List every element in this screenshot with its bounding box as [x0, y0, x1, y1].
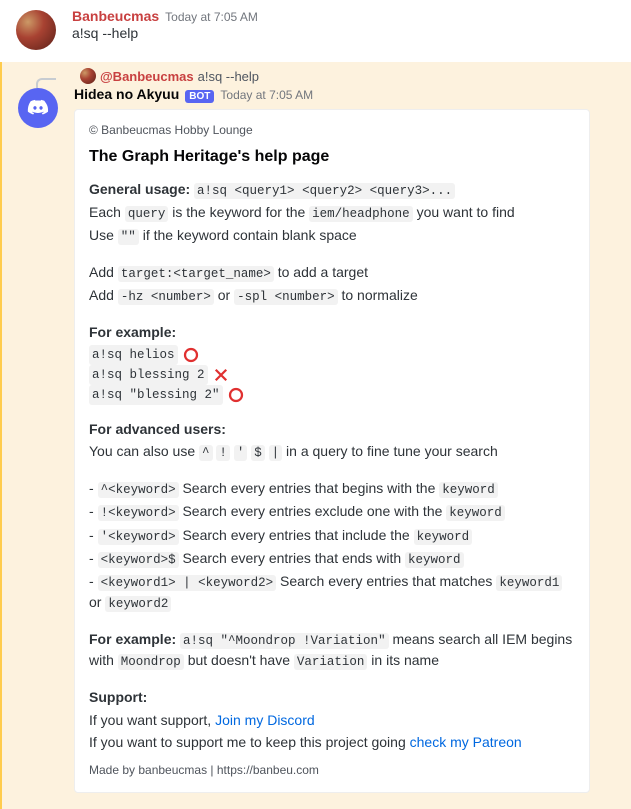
reply-mention[interactable]: @Banbeucmas	[100, 69, 194, 84]
message-timestamp: Today at 7:05 AM	[165, 10, 258, 24]
reply-spine	[36, 78, 56, 88]
discord-icon	[27, 97, 49, 119]
message: Banbeucmas Today at 7:05 AM a!sq --help	[0, 0, 631, 54]
reply-preview-text: a!sq --help	[198, 69, 259, 84]
embed-title: The Graph Heritage's help page	[89, 145, 573, 168]
bot-timestamp: Today at 7:05 AM	[220, 88, 313, 102]
embed-description: General usage: a!sq <query1> <query2> <q…	[89, 179, 573, 753]
user-avatar[interactable]	[16, 10, 56, 50]
reply-reference[interactable]: @Banbeucmas a!sq --help	[2, 62, 631, 84]
bot-username[interactable]: Hidea no Akyuu	[74, 86, 179, 102]
check-circle-icon	[227, 386, 245, 404]
bot-avatar[interactable]	[18, 88, 58, 128]
discord-link[interactable]: Join my Discord	[215, 712, 315, 728]
embed-footer: Made by banbeucmas | https://banbeu.com	[89, 762, 573, 779]
message-content: a!sq --help	[72, 24, 615, 43]
embed-author: © Banbeucmas Hobby Lounge	[89, 122, 573, 139]
bot-badge: BOT	[185, 90, 214, 103]
check-circle-icon	[182, 346, 200, 364]
embed-card: © Banbeucmas Hobby Lounge The Graph Heri…	[74, 109, 590, 793]
replied-message-block: @Banbeucmas a!sq --help Hidea no Akyuu B…	[0, 62, 631, 809]
reply-avatar	[80, 68, 96, 84]
username[interactable]: Banbeucmas	[72, 8, 159, 24]
cross-icon	[212, 366, 230, 384]
patreon-link[interactable]: check my Patreon	[410, 734, 522, 750]
